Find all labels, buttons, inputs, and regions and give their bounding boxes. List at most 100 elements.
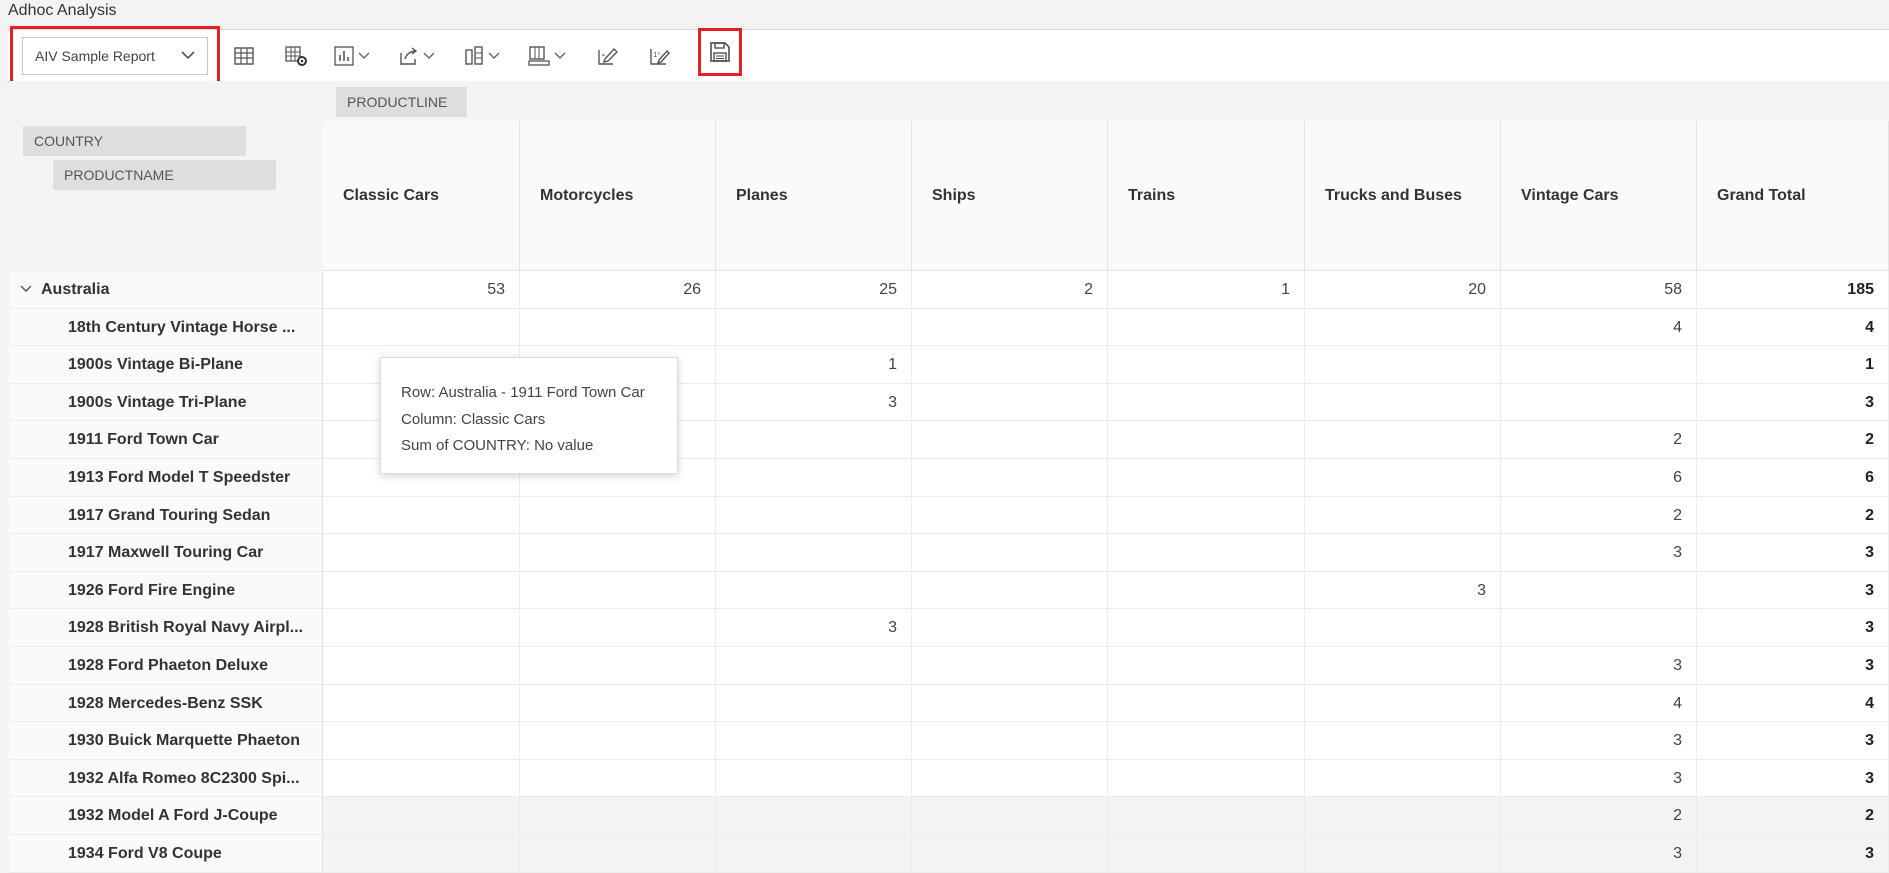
value-cell[interactable] xyxy=(520,534,716,571)
value-cell[interactable]: 4 xyxy=(1501,684,1697,722)
value-cell[interactable] xyxy=(716,835,912,872)
value-cell[interactable]: 3 xyxy=(716,609,912,646)
value-cell[interactable] xyxy=(1501,609,1697,646)
value-cell[interactable]: 6 xyxy=(1501,459,1697,496)
table-view-button[interactable] xyxy=(233,43,255,69)
group-row-label[interactable]: Australia xyxy=(9,271,323,308)
grand-total-cell[interactable]: 2 xyxy=(1697,496,1889,534)
grand-total-cell[interactable]: 3 xyxy=(1697,534,1889,571)
save-button[interactable] xyxy=(698,28,742,76)
report-select[interactable]: AIV Sample Report xyxy=(22,37,208,75)
row-field-chip-country[interactable]: COUNTRY xyxy=(23,126,246,156)
value-cell[interactable]: 3 xyxy=(1501,759,1697,797)
value-cell[interactable]: 53 xyxy=(323,271,520,308)
column-header[interactable]: Motorcycles xyxy=(520,121,716,271)
value-cell[interactable] xyxy=(1305,496,1501,534)
value-cell[interactable] xyxy=(912,647,1108,684)
value-cell[interactable] xyxy=(1305,759,1501,797)
collapse-chevron-icon[interactable] xyxy=(20,285,32,293)
value-cell[interactable] xyxy=(1501,383,1697,421)
value-cell[interactable] xyxy=(912,383,1108,421)
export-button[interactable] xyxy=(398,43,435,69)
value-cell[interactable] xyxy=(323,835,520,872)
value-cell[interactable] xyxy=(1305,308,1501,346)
value-cell[interactable] xyxy=(1108,647,1305,684)
value-cell[interactable] xyxy=(520,496,716,534)
value-cell[interactable] xyxy=(1108,722,1305,759)
value-cell[interactable] xyxy=(912,571,1108,609)
value-cell[interactable] xyxy=(912,609,1108,646)
value-cell[interactable] xyxy=(1305,835,1501,872)
value-cell[interactable] xyxy=(1108,609,1305,646)
grand-total-cell[interactable]: 185 xyxy=(1697,271,1889,308)
value-cell[interactable] xyxy=(1305,722,1501,759)
value-cell[interactable] xyxy=(520,835,716,872)
value-cell[interactable] xyxy=(912,759,1108,797)
value-cell[interactable] xyxy=(520,571,716,609)
value-cell[interactable] xyxy=(716,534,912,571)
value-cell[interactable] xyxy=(1305,421,1501,458)
value-cell[interactable] xyxy=(1305,609,1501,646)
value-cell[interactable]: 2 xyxy=(1501,496,1697,534)
edit-button[interactable] xyxy=(596,43,620,69)
column-header[interactable]: Classic Cars xyxy=(323,121,520,271)
grand-total-cell[interactable]: 3 xyxy=(1697,571,1889,609)
value-cell[interactable] xyxy=(912,308,1108,346)
value-cell[interactable]: 3 xyxy=(1305,571,1501,609)
value-cell[interactable] xyxy=(1305,797,1501,834)
value-cell[interactable] xyxy=(323,308,520,346)
value-cell[interactable]: 3 xyxy=(1501,534,1697,571)
value-cell[interactable] xyxy=(912,496,1108,534)
value-cell[interactable] xyxy=(1305,383,1501,421)
value-cell[interactable] xyxy=(323,684,520,722)
value-cell[interactable]: 25 xyxy=(716,271,912,308)
value-cell[interactable] xyxy=(716,459,912,496)
grand-total-cell[interactable]: 3 xyxy=(1697,835,1889,872)
value-cell[interactable] xyxy=(323,496,520,534)
table-settings-button[interactable] xyxy=(284,43,308,69)
value-cell[interactable] xyxy=(520,722,716,759)
value-cell[interactable] xyxy=(1108,684,1305,722)
value-cell[interactable] xyxy=(716,722,912,759)
value-cell[interactable] xyxy=(323,759,520,797)
column-header[interactable]: Vintage Cars xyxy=(1501,121,1697,271)
column-layout-button[interactable] xyxy=(527,43,566,69)
value-cell[interactable] xyxy=(323,722,520,759)
column-header[interactable]: Grand Total xyxy=(1697,121,1889,271)
value-cell[interactable] xyxy=(520,684,716,722)
grand-total-cell[interactable]: 2 xyxy=(1697,797,1889,834)
value-cell[interactable] xyxy=(1108,459,1305,496)
grand-total-cell[interactable]: 6 xyxy=(1697,459,1889,496)
value-cell[interactable] xyxy=(1108,571,1305,609)
value-cell[interactable]: 2 xyxy=(1501,421,1697,458)
value-cell[interactable]: 3 xyxy=(716,383,912,421)
value-cell[interactable]: 3 xyxy=(1501,722,1697,759)
value-cell[interactable] xyxy=(716,647,912,684)
row-layout-button[interactable] xyxy=(463,43,500,69)
value-cell[interactable] xyxy=(323,797,520,834)
value-cell[interactable] xyxy=(323,647,520,684)
value-cell[interactable] xyxy=(323,571,520,609)
grand-total-cell[interactable]: 3 xyxy=(1697,759,1889,797)
column-header[interactable]: Trucks and Buses xyxy=(1305,121,1501,271)
value-cell[interactable] xyxy=(1108,835,1305,872)
value-cell[interactable] xyxy=(323,609,520,646)
value-cell[interactable]: 3 xyxy=(1501,835,1697,872)
value-cell[interactable] xyxy=(1108,759,1305,797)
column-header[interactable]: Trains xyxy=(1108,121,1305,271)
grand-total-cell[interactable]: 3 xyxy=(1697,383,1889,421)
value-cell[interactable] xyxy=(520,759,716,797)
value-cell[interactable] xyxy=(912,346,1108,383)
value-cell[interactable] xyxy=(716,759,912,797)
value-cell[interactable] xyxy=(520,308,716,346)
value-cell[interactable] xyxy=(1108,383,1305,421)
value-cell[interactable] xyxy=(1108,346,1305,383)
value-cell[interactable] xyxy=(1305,346,1501,383)
value-cell[interactable] xyxy=(912,459,1108,496)
value-cell[interactable] xyxy=(1501,571,1697,609)
value-cell[interactable] xyxy=(1501,346,1697,383)
value-cell[interactable] xyxy=(716,684,912,722)
value-cell[interactable] xyxy=(520,647,716,684)
chart-button[interactable] xyxy=(333,43,370,69)
value-cell[interactable] xyxy=(716,308,912,346)
